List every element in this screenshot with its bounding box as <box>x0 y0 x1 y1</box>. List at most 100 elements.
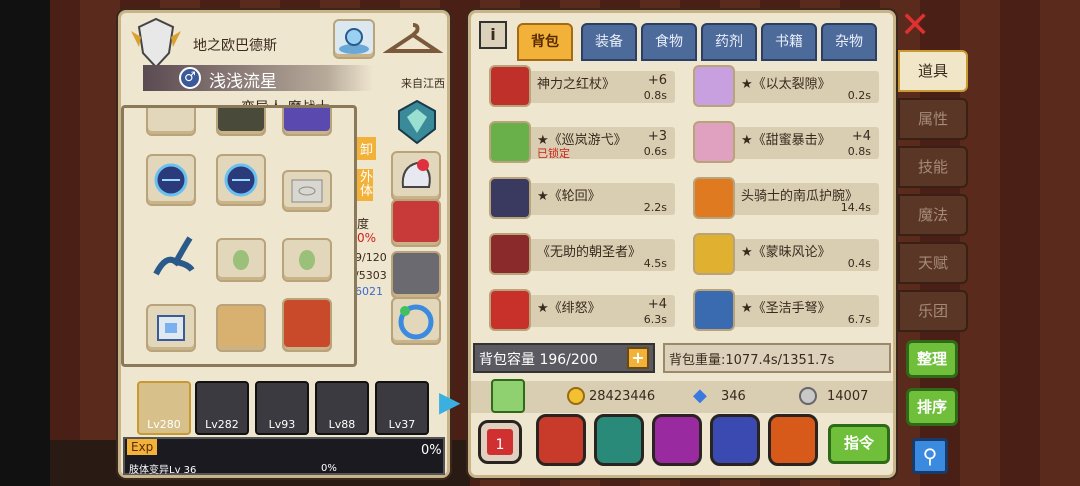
tab-misc[interactable]: 杂物 <box>821 23 877 61</box>
item-time: 4.5s <box>643 257 667 270</box>
diamond-amount: 346 <box>721 389 746 404</box>
crystal-shield-icon[interactable] <box>393 99 441 145</box>
hero-portrait-2[interactable]: Lv282 <box>195 381 249 435</box>
item-name: ★《轮回》 <box>537 189 601 204</box>
guild-name: 地之欧巴德斯 <box>193 38 277 54</box>
dark-armor-icon[interactable] <box>216 108 266 136</box>
eye-scroll-icon[interactable] <box>282 170 332 212</box>
calendar-skill-icon[interactable] <box>652 414 702 466</box>
horned-armor-icon[interactable] <box>216 304 266 352</box>
tab-books[interactable]: 书籍 <box>761 23 817 61</box>
organize-button[interactable]: 整理 <box>906 340 958 378</box>
svg-text:1: 1 <box>496 437 505 453</box>
inventory-item[interactable]: 神力之红杖》 +6 0.8s <box>479 63 675 111</box>
hand-skill-icon[interactable] <box>768 414 818 466</box>
hero-portrait-3[interactable]: Lv93 <box>255 381 309 435</box>
spiked-orb-icon-1[interactable] <box>146 154 196 206</box>
teleport-icon[interactable] <box>333 19 375 59</box>
item-name: ★《绯怒》 <box>537 301 601 316</box>
inventory-item[interactable]: ★《以太裂隙》 0.2s <box>683 63 879 111</box>
exp-percent: 0% <box>421 443 442 458</box>
item-icon <box>693 233 735 275</box>
silver-amount: 14007 <box>827 389 869 404</box>
side-tab-talent[interactable]: 天赋 <box>898 242 968 284</box>
gem-skill-icon[interactable] <box>536 414 586 466</box>
inventory-item[interactable]: 《无助的朝圣者》 4.5s <box>479 231 675 279</box>
character-panel: 地之欧巴德斯 ♂ 浅浅流星 来自江西 变异人 魔战士 卸 外体 度 0% 9/1… <box>118 10 461 478</box>
blue-ring-icon[interactable] <box>391 297 441 345</box>
stat-outer[interactable]: 外体 <box>357 169 373 201</box>
item-name: ★《圣洁手弩》 <box>741 301 831 316</box>
item-icon <box>489 121 531 163</box>
moon-skill-icon[interactable] <box>710 414 760 466</box>
inventory-item[interactable]: ★《绯怒》 +4 6.3s <box>479 287 675 335</box>
mutation-percent: 0% <box>321 463 337 474</box>
gauntlet-icon[interactable] <box>391 151 441 201</box>
dark-edge <box>0 0 50 486</box>
item-time: 0.2s <box>847 89 871 102</box>
iron-boots-icon[interactable] <box>391 251 441 299</box>
stat-mp: /5303 <box>355 269 387 282</box>
info-icon[interactable]: i <box>479 21 507 49</box>
stat-percent: 0% <box>357 231 377 245</box>
hanger-icon[interactable] <box>382 19 444 59</box>
seed-card-icon-2[interactable] <box>282 238 332 282</box>
map-skill-icon[interactable] <box>594 414 644 466</box>
diamond-icon: ◆ <box>693 385 707 406</box>
sort-button[interactable]: 排序 <box>906 388 958 426</box>
item-name: ★《蒙昧风论》 <box>741 245 831 260</box>
item-icon <box>693 177 735 219</box>
tab-potion[interactable]: 药剂 <box>701 23 757 61</box>
stat-power: 6021 <box>355 285 383 298</box>
character-name: 浅浅流星 <box>209 72 277 92</box>
side-tab-magic[interactable]: 魔法 <box>898 194 968 236</box>
inventory-panel: i 背包 装备 食物 药剂 书籍 杂物 神力之红杖》 +6 0.8s ★《以太裂隙》 0… <box>468 10 896 478</box>
equipment-picker-popup <box>121 105 357 367</box>
stat-unequip[interactable]: 卸 <box>357 137 377 160</box>
inventory-item[interactable]: ★《圣洁手弩》 6.7s <box>683 287 879 335</box>
blue-branch-icon[interactable] <box>146 234 196 282</box>
seed-card-icon-1[interactable] <box>216 238 266 282</box>
spiked-orb-icon-2[interactable] <box>216 154 266 206</box>
item-time: 2.2s <box>643 201 667 214</box>
side-tab-band[interactable]: 乐团 <box>898 290 968 332</box>
inventory-item[interactable]: ★《甜蜜暴击》 +4 0.8s <box>683 119 879 167</box>
tab-equipment[interactable]: 装备 <box>581 23 637 61</box>
search-icon[interactable]: ⚲ <box>912 438 948 474</box>
chevron-right-icon[interactable]: ▶ <box>439 385 461 418</box>
tab-backpack[interactable]: 背包 <box>517 23 573 61</box>
close-icon[interactable]: ✕ <box>900 8 930 44</box>
stat-hp: 9/120 <box>355 251 387 264</box>
add-icon[interactable]: + <box>627 347 649 369</box>
gold-coin-icon <box>567 387 585 405</box>
flame-armor-icon[interactable] <box>282 298 332 352</box>
hero-level-2: Lv282 <box>205 418 239 431</box>
gold-amount: 28423446 <box>589 389 656 404</box>
side-tab-items[interactable]: 道具 <box>898 50 968 92</box>
red-chest-armor-icon[interactable] <box>391 199 441 247</box>
item-name: 《无助的朝圣者》 <box>537 245 642 260</box>
side-tab-skills[interactable]: 技能 <box>898 146 968 188</box>
hero-portrait-5[interactable]: Lv37 <box>375 381 429 435</box>
male-gender-icon: ♂ <box>179 67 201 89</box>
stat-outer-2: 体 <box>360 184 374 199</box>
item-name: 神力之红杖》 <box>537 77 616 92</box>
inventory-item[interactable]: ★《巡岚游弋》 +3 0.6s 已锁定 <box>479 119 675 167</box>
hero-level-3: Lv93 <box>268 418 296 431</box>
purple-gear-icon[interactable] <box>282 108 332 136</box>
inventory-item[interactable]: ★《轮回》 2.2s <box>479 175 675 223</box>
ice-blade-icon[interactable] <box>146 108 196 136</box>
hero-portrait-4[interactable]: Lv88 <box>315 381 369 435</box>
item-time: 6.3s <box>643 313 667 326</box>
dice-icon[interactable]: 1 <box>478 420 522 464</box>
item-time: 0.6s <box>643 145 667 158</box>
inventory-item[interactable]: ★《蒙昧风论》 0.4s <box>683 231 879 279</box>
download-icon[interactable] <box>491 379 525 413</box>
tab-food[interactable]: 食物 <box>641 23 697 61</box>
side-tab-attributes[interactable]: 属性 <box>898 98 968 140</box>
hero-portrait-1[interactable]: Lv280 <box>137 381 191 435</box>
item-name: ★《以太裂隙》 <box>741 77 831 92</box>
command-button[interactable]: 指令 <box>828 424 890 464</box>
inventory-item[interactable]: 头骑士的南瓜护腕》 14.4s <box>683 175 879 223</box>
robot-core-icon[interactable] <box>146 304 196 352</box>
